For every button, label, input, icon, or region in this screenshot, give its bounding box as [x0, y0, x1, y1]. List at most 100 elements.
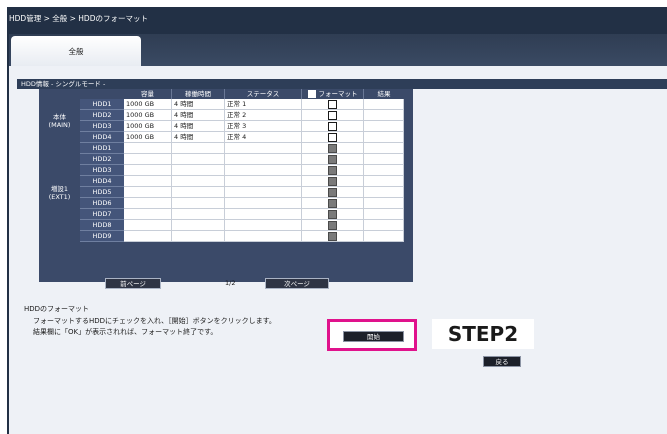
hdd-name: HDD1: [80, 99, 124, 110]
col-runtime: 稼働時間: [172, 89, 225, 99]
col-format: フォーマット: [302, 89, 364, 99]
capacity-cell: [124, 198, 172, 209]
runtime-cell: [172, 176, 225, 187]
breadcrumb: HDD管理 > 全般 > HDDのフォーマット: [9, 14, 148, 23]
format-cell: [302, 209, 364, 220]
section-title: HDD情報 - シングルモード -: [17, 79, 667, 89]
capacity-cell: [124, 154, 172, 165]
format-cell: [302, 132, 364, 143]
format-cell: [302, 110, 364, 121]
result-cell: [364, 154, 404, 165]
status-cell: [225, 143, 302, 154]
select-all-checkbox[interactable]: [307, 90, 316, 98]
runtime-cell: [172, 231, 225, 242]
hdd-name: HDD3: [80, 165, 124, 176]
format-cell: [302, 143, 364, 154]
runtime-cell: 4 時間: [172, 110, 225, 121]
runtime-cell: [172, 143, 225, 154]
format-cell: [302, 165, 364, 176]
table-row: HDD7: [80, 209, 404, 220]
capacity-cell: [124, 187, 172, 198]
app-frame: HDD管理 > 全般 > HDDのフォーマット 全般 HDD情報 - シングルモ…: [7, 7, 667, 434]
format-cell: [302, 231, 364, 242]
runtime-cell: [172, 187, 225, 198]
result-cell: [364, 220, 404, 231]
capacity-cell: [124, 176, 172, 187]
format-cell: [302, 154, 364, 165]
result-cell: [364, 165, 404, 176]
format-checkbox[interactable]: [328, 110, 337, 120]
result-cell: [364, 209, 404, 220]
status-cell: [225, 176, 302, 187]
capacity-cell: 1000 GB: [124, 121, 172, 132]
result-cell: [364, 132, 404, 143]
hdd-name: HDD2: [80, 154, 124, 165]
capacity-cell: [124, 220, 172, 231]
runtime-cell: [172, 198, 225, 209]
status-cell: [225, 187, 302, 198]
hdd-name: HDD4: [80, 132, 124, 143]
hdd-name: HDD7: [80, 209, 124, 220]
group-label-name: 本体: [53, 113, 66, 121]
hdd-table: 容量 稼働時間 ステータス フォーマット 結果 本体 (MAIN) HDD1 1000…: [39, 89, 413, 282]
runtime-cell: 4 時間: [172, 132, 225, 143]
col-format-label: フォーマット: [318, 90, 358, 98]
table-row: HDD6: [80, 198, 404, 209]
table-row: HDD5: [80, 187, 404, 198]
status-cell: 正常 2: [225, 110, 302, 121]
main-panel: HDD情報 - シングルモード - 容量 稼働時間 ステータス フォーマット 結…: [9, 66, 667, 434]
status-cell: 正常 4: [225, 132, 302, 143]
result-cell: [364, 187, 404, 198]
group-label-id: (MAIN): [48, 121, 71, 129]
status-cell: [225, 209, 302, 220]
table-row: HDD3: [80, 165, 404, 176]
table-row: HDD4: [80, 176, 404, 187]
runtime-cell: 4 時間: [172, 99, 225, 110]
step-label: STEP2: [432, 319, 534, 349]
col-capacity: 容量: [124, 89, 172, 99]
start-button[interactable]: 開始: [343, 331, 404, 342]
table-row: HDD4 1000 GB 4 時間 正常 4: [80, 132, 404, 143]
back-button[interactable]: 戻る: [483, 356, 521, 367]
capacity-cell: [124, 143, 172, 154]
format-cell: [302, 198, 364, 209]
format-cell: [302, 121, 364, 132]
format-cell: [302, 99, 364, 110]
status-cell: [225, 220, 302, 231]
format-cell: [302, 176, 364, 187]
format-checkbox: [328, 154, 337, 164]
runtime-cell: 4 時間: [172, 121, 225, 132]
format-checkbox: [328, 165, 337, 175]
status-cell: 正常 3: [225, 121, 302, 132]
group-label-name: 増設1: [50, 184, 69, 193]
format-checkbox: [328, 143, 337, 153]
format-checkbox[interactable]: [328, 99, 337, 109]
hdd-name: HDD9: [80, 231, 124, 242]
help-line-1: フォーマットするHDDにチェックを入れ、［開始］ボタンをクリックします。: [33, 317, 276, 325]
result-cell: [364, 143, 404, 154]
hdd-name: HDD8: [80, 220, 124, 231]
col-status: ステータス: [225, 89, 302, 99]
tab-bar: 全般: [9, 34, 667, 66]
format-cell: [302, 187, 364, 198]
col-result: 結果: [377, 90, 391, 98]
capacity-cell: [124, 231, 172, 242]
help-title: HDDのフォーマット: [24, 305, 90, 313]
result-cell: [364, 231, 404, 242]
table-row: HDD2: [80, 154, 404, 165]
format-checkbox[interactable]: [328, 121, 337, 131]
format-checkbox: [328, 231, 337, 241]
format-checkbox[interactable]: [328, 132, 337, 142]
result-cell: [364, 198, 404, 209]
start-button-highlight: 開始: [327, 319, 417, 351]
table-row: HDD9: [80, 231, 404, 242]
group-label: 増設1 (EXT1): [39, 185, 80, 201]
group-label-id: (EXT1): [48, 192, 71, 201]
runtime-cell: [172, 220, 225, 231]
table-row: HDD2 1000 GB 4 時間 正常 2: [80, 110, 404, 121]
tab-general[interactable]: 全般: [11, 36, 141, 66]
prev-page-button[interactable]: 前ページ: [105, 278, 161, 289]
hdd-name: HDD2: [80, 110, 124, 121]
hdd-name: HDD6: [80, 198, 124, 209]
next-page-button[interactable]: 次ページ: [265, 278, 329, 289]
